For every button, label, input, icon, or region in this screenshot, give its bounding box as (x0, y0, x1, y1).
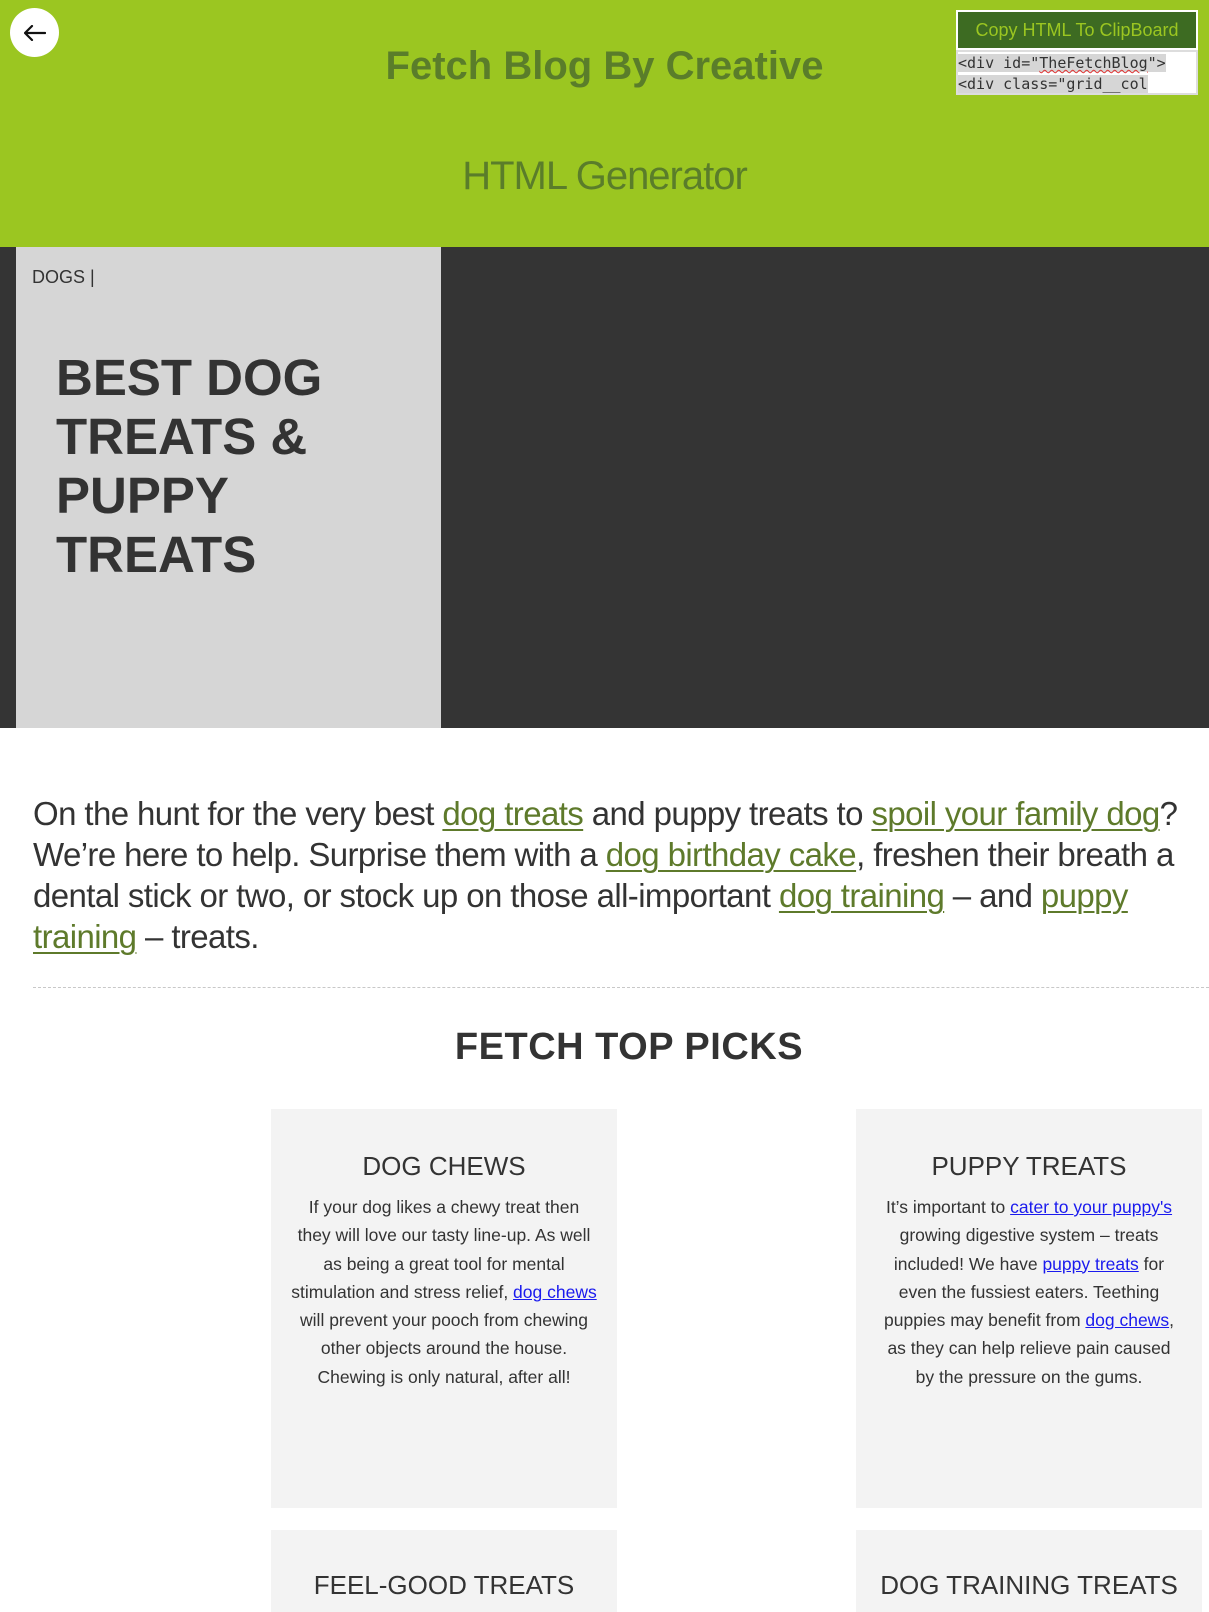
intro-text: – treats. (136, 918, 259, 955)
code-line-2: <div class="grid__col (958, 75, 1148, 93)
top-picks-heading: FETCH TOP PICKS (454, 1026, 804, 1068)
app-subtitle: HTML Generator (462, 154, 748, 198)
code-line-1-id: TheFetchBlog (1039, 54, 1148, 72)
link-puppy-treats[interactable]: puppy treats (1042, 1254, 1138, 1274)
card-text: It’s important to (885, 1197, 1011, 1217)
pick-card-title: DOG CHEWS (362, 1151, 526, 1181)
code-line-1-end: "> (1147, 54, 1166, 72)
pick-card-title: FEEL-GOOD TREATS (313, 1570, 575, 1600)
pick-card-title: PUPPY TREATS (931, 1151, 1127, 1181)
pick-card-text: It’s important to cater to your puppy's … (876, 1193, 1182, 1391)
pick-card-puppy-treats: PUPPY TREATS It’s important to cater to … (856, 1109, 1202, 1508)
link-dog-treats[interactable]: dog treats (442, 795, 583, 832)
intro-text: On the hunt for the very best (33, 795, 443, 832)
link-dog-birthday-cake[interactable]: dog birthday cake (606, 836, 857, 873)
link-spoil-your-family-dog[interactable]: spoil your family dog (871, 795, 1160, 832)
card-text: will prevent your pooch from chewing oth… (300, 1310, 588, 1387)
html-code-output[interactable]: <div id="TheFetchBlog"> <div class="grid… (956, 50, 1198, 95)
hero-banner: DOGS | BEST DOG TREATS & PUPPY TREATS (0, 247, 1209, 728)
code-line-1-start: <div id=" (958, 54, 1040, 72)
intro-text: and puppy treats to (583, 795, 872, 832)
header-bar: Fetch Blog By Creative HTML Generator Co… (0, 0, 1209, 247)
pick-card-dog-chews: DOG CHEWS If your dog likes a chewy trea… (271, 1109, 617, 1508)
intro-paragraph: On the hunt for the very best dog treats… (33, 793, 1201, 957)
section-divider (33, 987, 1209, 988)
link-cater-to-your-puppy[interactable]: cater to your puppy's (1010, 1197, 1172, 1217)
pick-card-feel-good-treats: FEEL-GOOD TREATS (271, 1530, 617, 1612)
link-dog-chews[interactable]: dog chews (513, 1282, 597, 1302)
arrow-left-icon (23, 24, 46, 41)
pick-card-dog-training-treats: DOG TRAINING TREATS (856, 1530, 1202, 1612)
pick-card-title: DOG TRAINING TREATS (880, 1570, 1178, 1600)
hero-card: DOGS | BEST DOG TREATS & PUPPY TREATS (16, 247, 441, 728)
hero-title: BEST DOG TREATS & PUPPY TREATS (56, 349, 323, 583)
intro-text: – and (944, 877, 1041, 914)
link-dog-training[interactable]: dog training (779, 877, 945, 914)
copy-html-button[interactable]: Copy HTML To ClipBoard (956, 10, 1198, 50)
pick-card-text: If your dog likes a chewy treat then the… (291, 1193, 597, 1391)
category-label[interactable]: DOGS | (32, 267, 95, 288)
link-dog-chews[interactable]: dog chews (1085, 1310, 1169, 1330)
copy-panel: Copy HTML To ClipBoard <div id="TheFetch… (956, 10, 1198, 95)
